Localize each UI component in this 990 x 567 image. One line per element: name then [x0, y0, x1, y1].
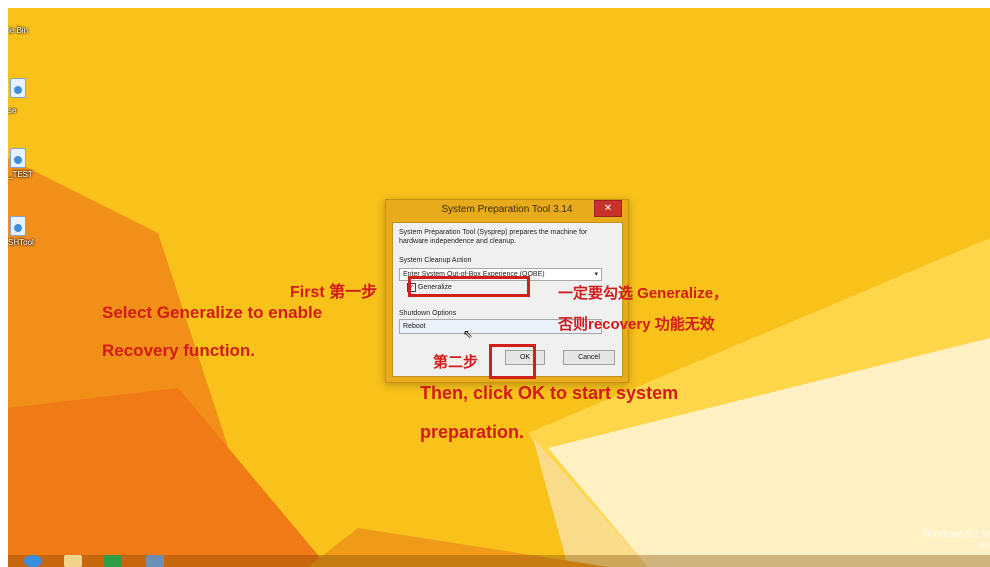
desktop-icon-recycle-bin[interactable]: le Bin — [8, 26, 40, 35]
annotation-step-two: 第二步 — [433, 354, 479, 371]
file-explorer-icon[interactable] — [64, 555, 82, 567]
generalize-highlight-box — [408, 276, 530, 297]
desktop-icon-3[interactable]: se — [8, 90, 40, 115]
ie-icon[interactable] — [24, 555, 42, 567]
desktop-icon-label: se — [8, 106, 17, 115]
cancel-button[interactable]: Cancel — [563, 350, 615, 365]
shutdown-options-value: Reboot — [403, 323, 426, 330]
dialog-description: System Preparation Tool (Sysprep) prepar… — [399, 229, 588, 245]
desktop-icon-label: _TEST — [8, 170, 33, 179]
program-icon — [10, 216, 26, 236]
network-icon[interactable] — [146, 555, 164, 567]
annotation-left-line2: Recovery function. — [102, 341, 256, 360]
desktop-icon-shtool[interactable]: SHTool — [8, 216, 40, 247]
desktop-icon-label: SHTool — [8, 238, 34, 247]
annotation-bottom-line2: preparation. — [420, 422, 525, 442]
ok-highlight-box — [489, 344, 536, 379]
watermark-line1: Windows 8.1 w — [922, 529, 990, 540]
chevron-down-icon: ▾ — [594, 271, 598, 278]
mouse-cursor-icon: ⇖ — [463, 327, 474, 341]
annotation-right-line2: 否则recovery 功能无效 — [558, 316, 715, 333]
annotation-first-step: First 第一步 — [290, 284, 378, 301]
desktop: le Bin se _TEST SHTool System Preparatio… — [8, 8, 990, 567]
watermark-line2: Bu — [978, 540, 990, 550]
desktop-icon-test[interactable]: _TEST — [8, 148, 40, 179]
shutdown-options-label: Shutdown Options — [399, 310, 457, 317]
windows-watermark: Windows 8.1 w Bu — [923, 529, 990, 550]
cleanup-action-label: System Cleanup Action — [399, 257, 472, 264]
annotation-right-line1: 一定要勾选 Generalize， — [558, 285, 729, 302]
close-button[interactable]: ✕ — [594, 200, 622, 217]
desktop-icon-label: le Bin — [8, 26, 29, 35]
dialog-title: System Preparation Tool 3.14 — [441, 204, 573, 215]
annotation-bottom-line1: Then, click OK to start system — [420, 383, 679, 403]
taskbar — [8, 555, 990, 567]
annotation-left-line1: Select Generalize to enable — [102, 303, 323, 322]
store-icon[interactable] — [104, 555, 122, 567]
program-icon — [10, 148, 26, 168]
